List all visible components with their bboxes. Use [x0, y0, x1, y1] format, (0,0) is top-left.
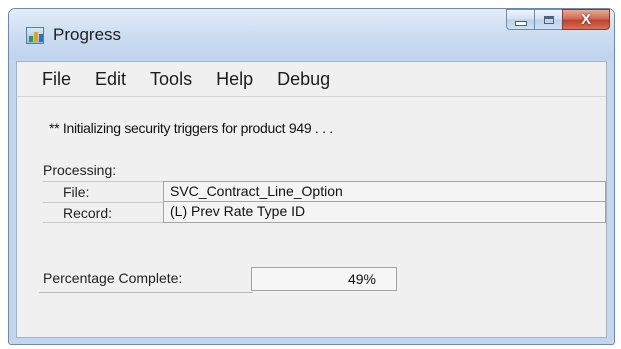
menu-tools[interactable]: Tools [150, 69, 192, 90]
menu-debug[interactable]: Debug [277, 69, 330, 90]
caption-buttons: X [506, 9, 610, 31]
maximize-button[interactable] [534, 9, 562, 30]
record-value: (L) Prev Rate Type ID [163, 202, 606, 223]
percentage-value: 49% [347, 271, 376, 287]
close-icon: X [580, 11, 591, 28]
status-message: ** Initializing security triggers for pr… [49, 120, 333, 136]
maximize-icon [543, 15, 554, 24]
progress-window: Progress X File Edit Tools Help Debug **… [8, 8, 615, 345]
percentage-fill [252, 268, 323, 290]
file-label: File: [43, 181, 163, 202]
percentage-label: Percentage Complete: [43, 270, 183, 286]
title-bar[interactable]: Progress X [9, 9, 614, 59]
file-value: SVC_Contract_Line_Option [163, 181, 606, 202]
client-area: File Edit Tools Help Debug ** Initializi… [16, 61, 607, 338]
menu-file[interactable]: File [42, 69, 71, 90]
file-row: File: SVC_Contract_Line_Option [43, 181, 606, 202]
close-button[interactable]: X [562, 9, 610, 30]
record-row: Record: (L) Prev Rate Type ID [43, 202, 606, 223]
menu-bar: File Edit Tools Help Debug [17, 62, 606, 97]
progress-chart-icon [26, 27, 44, 44]
menu-help[interactable]: Help [216, 69, 253, 90]
percentage-box: 49% [251, 267, 397, 291]
minimize-button[interactable] [506, 9, 534, 30]
menu-edit[interactable]: Edit [95, 69, 126, 90]
percentage-label-underline [39, 292, 253, 293]
record-label: Record: [43, 202, 163, 223]
minimize-icon [514, 21, 527, 26]
window-title: Progress [53, 25, 122, 44]
processing-label: Processing: [43, 162, 117, 178]
